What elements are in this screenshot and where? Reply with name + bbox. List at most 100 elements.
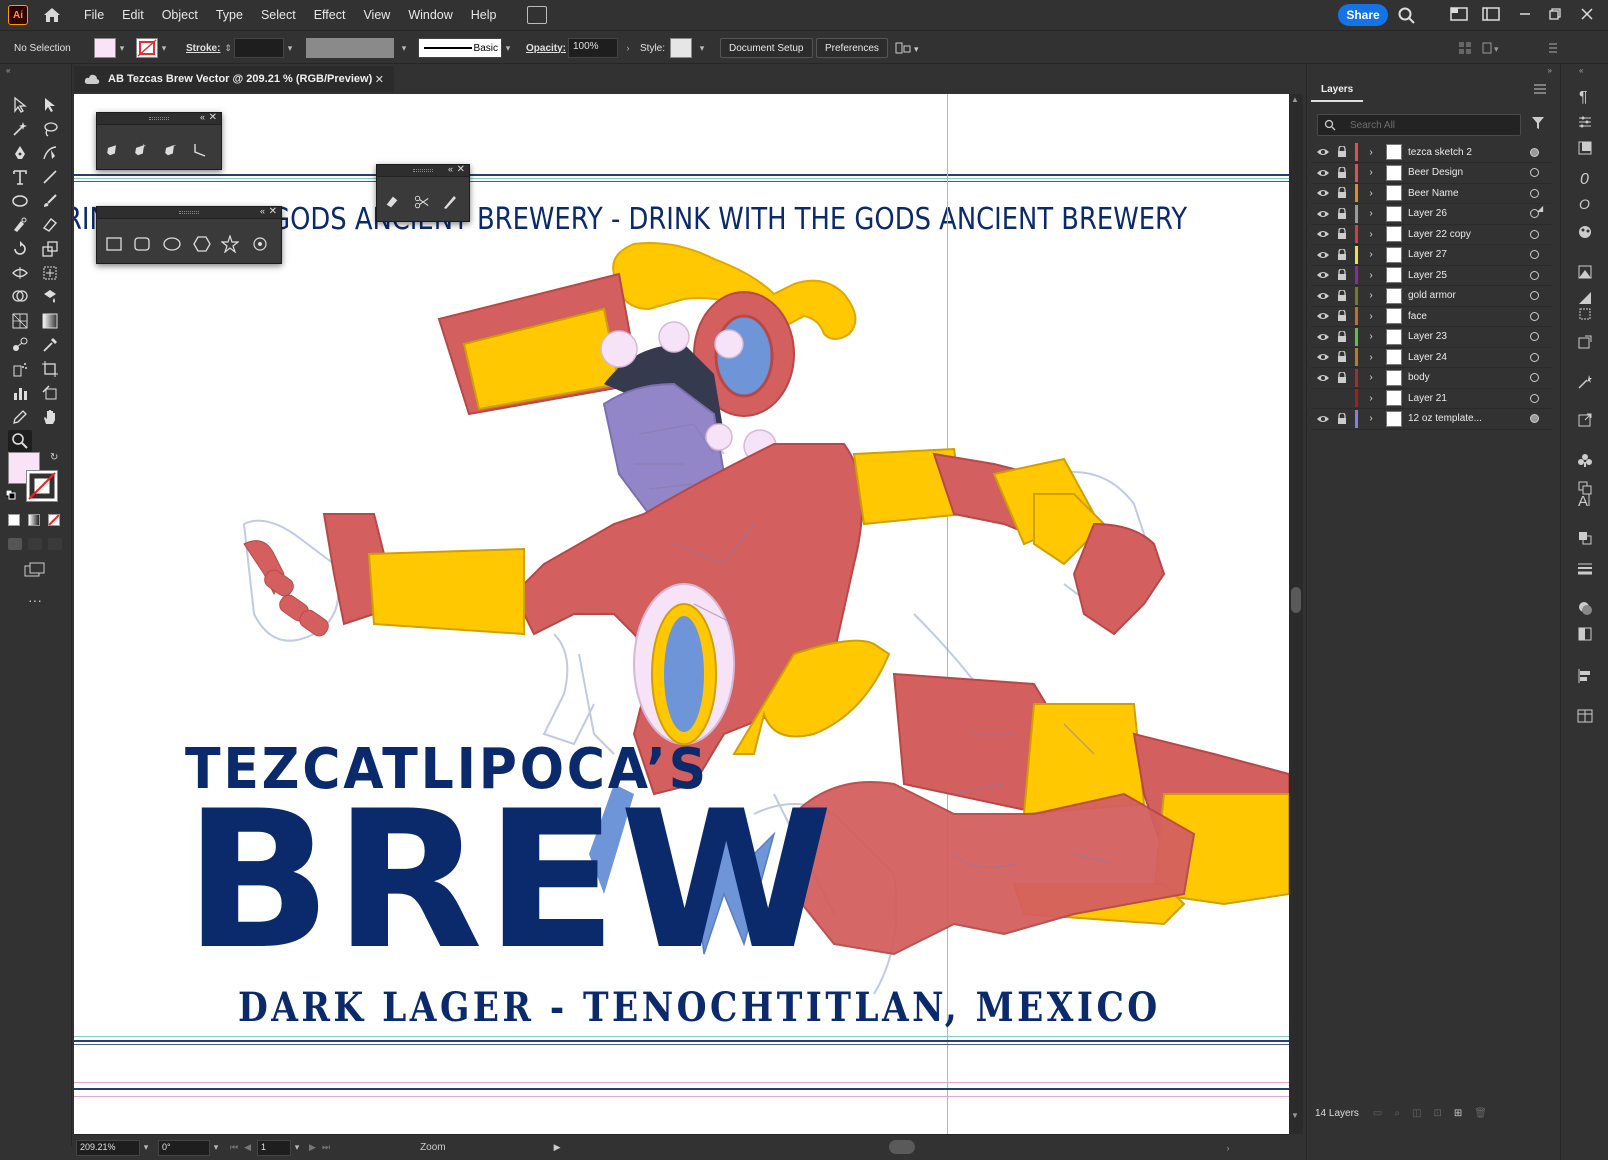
menu-type[interactable]: Type [216, 8, 243, 22]
color-guide-icon[interactable] [1575, 222, 1595, 242]
pen-tools-float-panel[interactable]: « ✕ + − [96, 112, 222, 170]
paragraph-icon[interactable]: ¶ [1575, 86, 1595, 106]
paintbrush-tool-icon[interactable] [38, 190, 62, 212]
expand-chevron-icon[interactable]: › [1364, 372, 1378, 383]
expand-chevron-icon[interactable]: › [1364, 311, 1378, 322]
menu-effect[interactable]: Effect [314, 8, 346, 22]
menu-edit[interactable]: Edit [122, 8, 144, 22]
layers-search-input[interactable]: Search All [1317, 114, 1521, 136]
align-icon[interactable] [1575, 666, 1595, 686]
layer-name[interactable]: face [1408, 311, 1528, 322]
layer-name[interactable]: Layer 22 copy [1408, 229, 1528, 240]
locate-object-icon[interactable]: ⌕ [1394, 1108, 1400, 1119]
vertical-scroll-thumb[interactable] [1291, 587, 1301, 613]
layer-row[interactable]: › Layer 27 [1311, 245, 1553, 266]
layer-name[interactable]: 12 oz template... [1408, 413, 1528, 424]
draw-normal-icon[interactable] [8, 538, 22, 550]
anchor-point-tool-icon[interactable] [189, 139, 211, 161]
knife-tool-icon[interactable] [439, 191, 461, 213]
visibility-eye-icon[interactable] [1315, 372, 1331, 384]
scissors-tool-icon[interactable] [411, 191, 433, 213]
lasso-tool-icon[interactable] [38, 118, 62, 140]
layer-row[interactable]: › gold armor [1311, 286, 1553, 307]
selection-tool-icon[interactable] [8, 94, 32, 116]
magic-wand-tool-icon[interactable] [8, 118, 32, 140]
expand-chevron-icon[interactable]: › [1364, 147, 1378, 158]
width-tool-icon[interactable] [8, 262, 32, 284]
close-panel-icon[interactable]: ✕ [269, 206, 277, 217]
swap-colors-icon[interactable]: ↻ [50, 452, 58, 463]
zoom-level-field[interactable]: 209.21% [76, 1139, 140, 1156]
character-icon[interactable]: A [1575, 490, 1595, 510]
layer-row[interactable]: › Layer 23 [1311, 327, 1553, 348]
eraser-tool-icon[interactable] [381, 191, 403, 213]
visibility-eye-icon[interactable] [1315, 392, 1331, 404]
expand-chevron-icon[interactable]: › [1364, 229, 1378, 240]
document-setup-button[interactable]: Document Setup [720, 38, 813, 58]
expand-dock-icon[interactable]: « [1579, 66, 1583, 75]
first-artboard-icon[interactable]: ⏮ [230, 1142, 238, 1153]
document-tab[interactable]: AB Tezcas Brew Vector @ 209.21 % (RGB/Pr… [74, 66, 394, 92]
expand-chevron-icon[interactable]: › [1364, 167, 1378, 178]
layer-row[interactable]: › Layer 25 [1311, 265, 1553, 286]
edit-toolbar-icon[interactable]: ··· [28, 592, 42, 608]
variable-width-profile[interactable] [306, 38, 394, 58]
artboard-number-field[interactable]: 1 [257, 1139, 292, 1156]
layer-target-icon[interactable] [1530, 311, 1539, 321]
add-anchor-point-icon[interactable]: + [129, 139, 151, 161]
draw-behind-icon[interactable] [28, 538, 42, 550]
share-button[interactable]: Share [1338, 4, 1388, 26]
scroll-down-icon[interactable]: ▼ [1291, 1111, 1299, 1120]
opentype-icon[interactable]: O [1575, 194, 1595, 214]
stroke-dropdown-icon[interactable]: ▾ [158, 42, 170, 54]
layer-name[interactable]: Beer Design [1408, 167, 1528, 178]
collapse-panel-icon[interactable]: « [260, 206, 265, 216]
curvature-tool-icon[interactable] [38, 142, 62, 164]
visibility-eye-icon[interactable] [1315, 208, 1331, 220]
layer-name[interactable]: tezca sketch 2 [1408, 147, 1528, 158]
asset-export-icon[interactable] [1575, 332, 1595, 352]
visibility-eye-icon[interactable] [1315, 249, 1331, 261]
flare-tool-icon[interactable] [249, 233, 271, 255]
layer-name[interactable]: Layer 24 [1408, 352, 1528, 363]
lock-icon[interactable] [1335, 268, 1349, 282]
menu-object[interactable]: Object [162, 8, 198, 22]
panel-layout-icon[interactable] [1482, 7, 1500, 23]
layer-target-icon[interactable] [1530, 250, 1539, 259]
layer-name[interactable]: gold armor [1408, 290, 1528, 301]
menu-view[interactable]: View [363, 8, 390, 22]
lock-icon[interactable] [1335, 391, 1349, 405]
transform-icon[interactable] [1458, 31, 1472, 65]
expand-chevron-icon[interactable]: › [1364, 290, 1378, 301]
layer-target-icon[interactable] [1530, 332, 1539, 341]
visibility-eye-icon[interactable] [1315, 290, 1331, 302]
rotate-view-field[interactable]: 0° [158, 1139, 210, 1156]
visibility-eye-icon[interactable] [1315, 413, 1331, 425]
collect-export-icon[interactable]: ▭ [1373, 1108, 1382, 1119]
last-artboard-icon[interactable]: ⏭ [322, 1142, 330, 1153]
image-trace-icon[interactable] [1575, 262, 1595, 282]
layers-menu-icon[interactable] [1534, 84, 1546, 97]
pen-tool-icon[interactable] [8, 142, 32, 164]
lock-icon[interactable] [1335, 166, 1349, 180]
search-icon[interactable] [1398, 7, 1416, 24]
visibility-eye-icon[interactable] [1315, 269, 1331, 281]
stroke-weight-field[interactable] [234, 38, 284, 58]
lock-icon[interactable] [1335, 207, 1349, 221]
opacity-arrow-icon[interactable]: › [622, 42, 634, 54]
layer-name[interactable]: Layer 21 [1408, 393, 1528, 404]
expand-chevron-icon[interactable]: › [1364, 208, 1378, 219]
symbols-icon[interactable] [1575, 450, 1595, 470]
stroke-weight-dropdown-icon[interactable]: ▾ [284, 42, 296, 54]
align-options-icon[interactable]: ▾ [894, 31, 922, 65]
layer-target-icon[interactable] [1530, 147, 1539, 157]
layer-target-icon[interactable] [1530, 291, 1539, 300]
direct-selection-tool-icon[interactable] [38, 94, 62, 116]
status-menu-icon[interactable]: ▶ [554, 1142, 561, 1153]
layer-row[interactable]: › Layer 26 [1311, 204, 1553, 225]
arrange-documents-icon[interactable] [526, 6, 547, 24]
graphic-style-swatch[interactable] [670, 38, 692, 58]
lock-icon[interactable] [1335, 289, 1349, 303]
lock-icon[interactable] [1335, 330, 1349, 344]
layer-row[interactable]: › Layer 22 copy [1311, 224, 1553, 245]
